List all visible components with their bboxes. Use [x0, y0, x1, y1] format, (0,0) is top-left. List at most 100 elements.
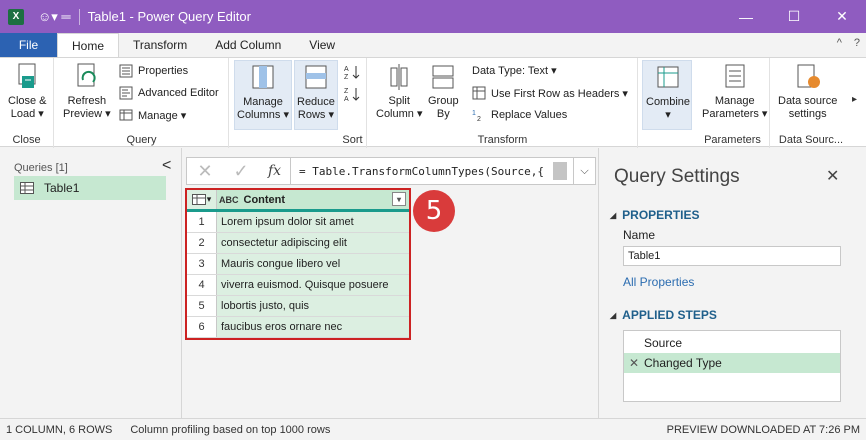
properties-button[interactable]: Properties	[119, 64, 188, 78]
table-row[interactable]: 3 Mauris congue libero vel	[187, 254, 409, 275]
table-cell[interactable]: viverra euismod. Quisque posuere	[217, 275, 409, 295]
refresh-preview-button[interactable]: Refresh Preview ▾	[63, 62, 111, 121]
group-by-icon	[432, 65, 454, 89]
data-grid: ▾ ABC Content ▾ 1 Lorem ipsum dolor sit a…	[185, 188, 411, 340]
svg-text:Z: Z	[344, 74, 349, 80]
row-number: 4	[187, 275, 217, 295]
table-cell[interactable]: Lorem ipsum dolor sit amet	[217, 212, 409, 232]
collapse-ribbon-icon[interactable]: ^	[837, 37, 842, 49]
manage-parameters-icon	[725, 64, 745, 88]
column-profiling-status[interactable]: Column profiling based on top 1000 rows	[130, 424, 330, 436]
all-properties-link[interactable]: All Properties	[623, 275, 694, 289]
column-filter-dropdown-icon[interactable]: ▾	[392, 192, 406, 206]
data-source-settings-button[interactable]: Data source settings	[778, 62, 837, 121]
svg-text:Z: Z	[344, 88, 349, 95]
applied-steps-section-header[interactable]: ◢ APPLIED STEPS	[610, 308, 717, 322]
table-row[interactable]: 5 lobortis justo, quis	[187, 296, 409, 317]
ribbon-scroll-right-icon[interactable]: ▸	[852, 94, 857, 105]
data-type-dropdown[interactable]: Data Type: Text ▾	[472, 64, 557, 77]
title-separator	[78, 8, 80, 25]
manage-query-button[interactable]: Manage ▾	[119, 108, 186, 122]
data-source-settings-icon	[797, 64, 820, 88]
table-row[interactable]: 4 viverra euismod. Quisque posuere	[187, 275, 409, 296]
svg-text:2: 2	[477, 116, 481, 122]
name-label: Name	[623, 228, 656, 242]
title-bar: X ☺▾ ═ Table1 - Power Query Editor — ☐ ✕	[0, 0, 866, 33]
tab-view[interactable]: View	[295, 33, 349, 57]
query-group: Refresh Preview ▾ Properties Advanced Ed…	[55, 58, 229, 148]
query-group-label: Query	[126, 134, 157, 146]
step-number-badge: 5	[413, 190, 455, 232]
refresh-icon	[77, 63, 96, 87]
quick-access-toolbar[interactable]: ☺▾ ═	[38, 9, 71, 25]
replace-values-button[interactable]: 12 Replace Values	[472, 108, 567, 122]
parameters-group-label: Parameters	[704, 134, 761, 146]
table-row[interactable]: 1 Lorem ipsum dolor sit amet	[187, 212, 409, 233]
close-load-button[interactable]: Close & Load ▾	[8, 62, 47, 121]
fx-icon[interactable]: fx	[259, 158, 291, 184]
reduce-rows-button[interactable]: Reduce Rows ▾	[294, 60, 338, 130]
table-menu-icon[interactable]: ▾	[187, 190, 217, 209]
manage-parameters-button[interactable]: Manage Parameters ▾	[702, 62, 767, 121]
text-type-icon[interactable]: ABC	[219, 195, 239, 205]
column-row-count: 1 COLUMN, 6 ROWS	[6, 423, 113, 436]
row-number: 5	[187, 296, 217, 316]
sort-descending-icon[interactable]: ZA	[344, 86, 360, 102]
close-settings-icon[interactable]: ✕	[826, 166, 839, 186]
collapse-queries-icon[interactable]: <	[162, 157, 171, 175]
excel-app-icon: X	[8, 8, 24, 25]
manage-columns-button[interactable]: Manage Columns ▾	[234, 60, 292, 130]
svg-text:A: A	[344, 96, 349, 102]
split-column-button[interactable]: Split Column ▾	[376, 62, 422, 121]
close-group: Close & Load ▾ Close	[0, 58, 54, 148]
data-source-group: Data source settings Data Sourc...	[772, 58, 850, 148]
applied-steps-list: Source ✕ Changed Type	[623, 330, 841, 402]
maximize-button[interactable]: ☐	[770, 0, 818, 33]
help-icon[interactable]: ?	[854, 37, 860, 49]
combine-icon	[657, 66, 679, 88]
advanced-editor-button[interactable]: Advanced Editor	[119, 86, 219, 100]
expand-formula-icon[interactable]: ⌵	[573, 158, 595, 184]
data-preview-area: ✕ ✓ fx = Table.TransformColumnTypes(Sour…	[181, 148, 599, 418]
table-cell[interactable]: consectetur adipiscing elit	[217, 233, 409, 253]
column-header-content[interactable]: ABC Content ▾	[217, 190, 409, 209]
replace-values-icon: 12	[472, 110, 481, 122]
query-item-table1[interactable]: Table1	[14, 176, 166, 200]
menu-bar: File Home Transform Add Column View ^ ?	[0, 33, 866, 57]
step-changed-type[interactable]: ✕ Changed Type	[624, 353, 840, 373]
table-row[interactable]: 2 consectetur adipiscing elit	[187, 233, 409, 254]
window-title: Table1 - Power Query Editor	[87, 9, 251, 24]
queries-header: Queries [1]	[14, 162, 68, 174]
formula-input[interactable]: = Table.TransformColumnTypes(Source,{	[291, 165, 553, 178]
sort-ascending-icon[interactable]: AZ	[344, 64, 360, 80]
minimize-button[interactable]: —	[722, 0, 770, 33]
column-name: Content	[243, 193, 286, 206]
transform-group-label: Transform	[477, 134, 528, 146]
formula-scrollbar[interactable]	[553, 162, 567, 180]
table-row[interactable]: 6 faucibus eros ornare nec	[187, 317, 409, 338]
transform-group: Split Column ▾ Group By Data Type: Text …	[368, 58, 638, 148]
table-cell[interactable]: Mauris congue libero vel	[217, 254, 409, 274]
cancel-formula-icon[interactable]: ✕	[187, 158, 223, 184]
group-by-button[interactable]: Group By	[428, 62, 459, 121]
parameters-group: Manage Parameters ▾ Parameters	[696, 58, 770, 148]
table-cell[interactable]: faucibus eros ornare nec	[217, 317, 409, 337]
properties-section-header[interactable]: ◢ PROPERTIES	[610, 208, 700, 222]
commit-formula-icon[interactable]: ✓	[223, 158, 259, 184]
close-window-button[interactable]: ✕	[818, 0, 866, 33]
tab-file[interactable]: File	[0, 33, 57, 57]
step-source[interactable]: Source	[624, 333, 840, 353]
table-cell[interactable]: lobortis justo, quis	[217, 296, 409, 316]
use-first-row-headers-button[interactable]: Use First Row as Headers ▾	[472, 86, 628, 100]
svg-text:A: A	[344, 66, 349, 73]
tab-add-column[interactable]: Add Column	[201, 33, 295, 57]
first-row-headers-icon	[472, 86, 486, 100]
table-icon	[20, 182, 34, 194]
combine-button[interactable]: Combine ▾	[642, 60, 692, 130]
tab-home[interactable]: Home	[57, 33, 120, 57]
sort-group: AZ ZA Sort	[339, 58, 367, 148]
data-source-group-label: Data Sourc...	[778, 134, 844, 146]
tab-transform[interactable]: Transform	[119, 33, 201, 57]
query-name-field[interactable]: Table1	[623, 246, 841, 266]
delete-step-icon[interactable]: ✕	[624, 356, 644, 370]
